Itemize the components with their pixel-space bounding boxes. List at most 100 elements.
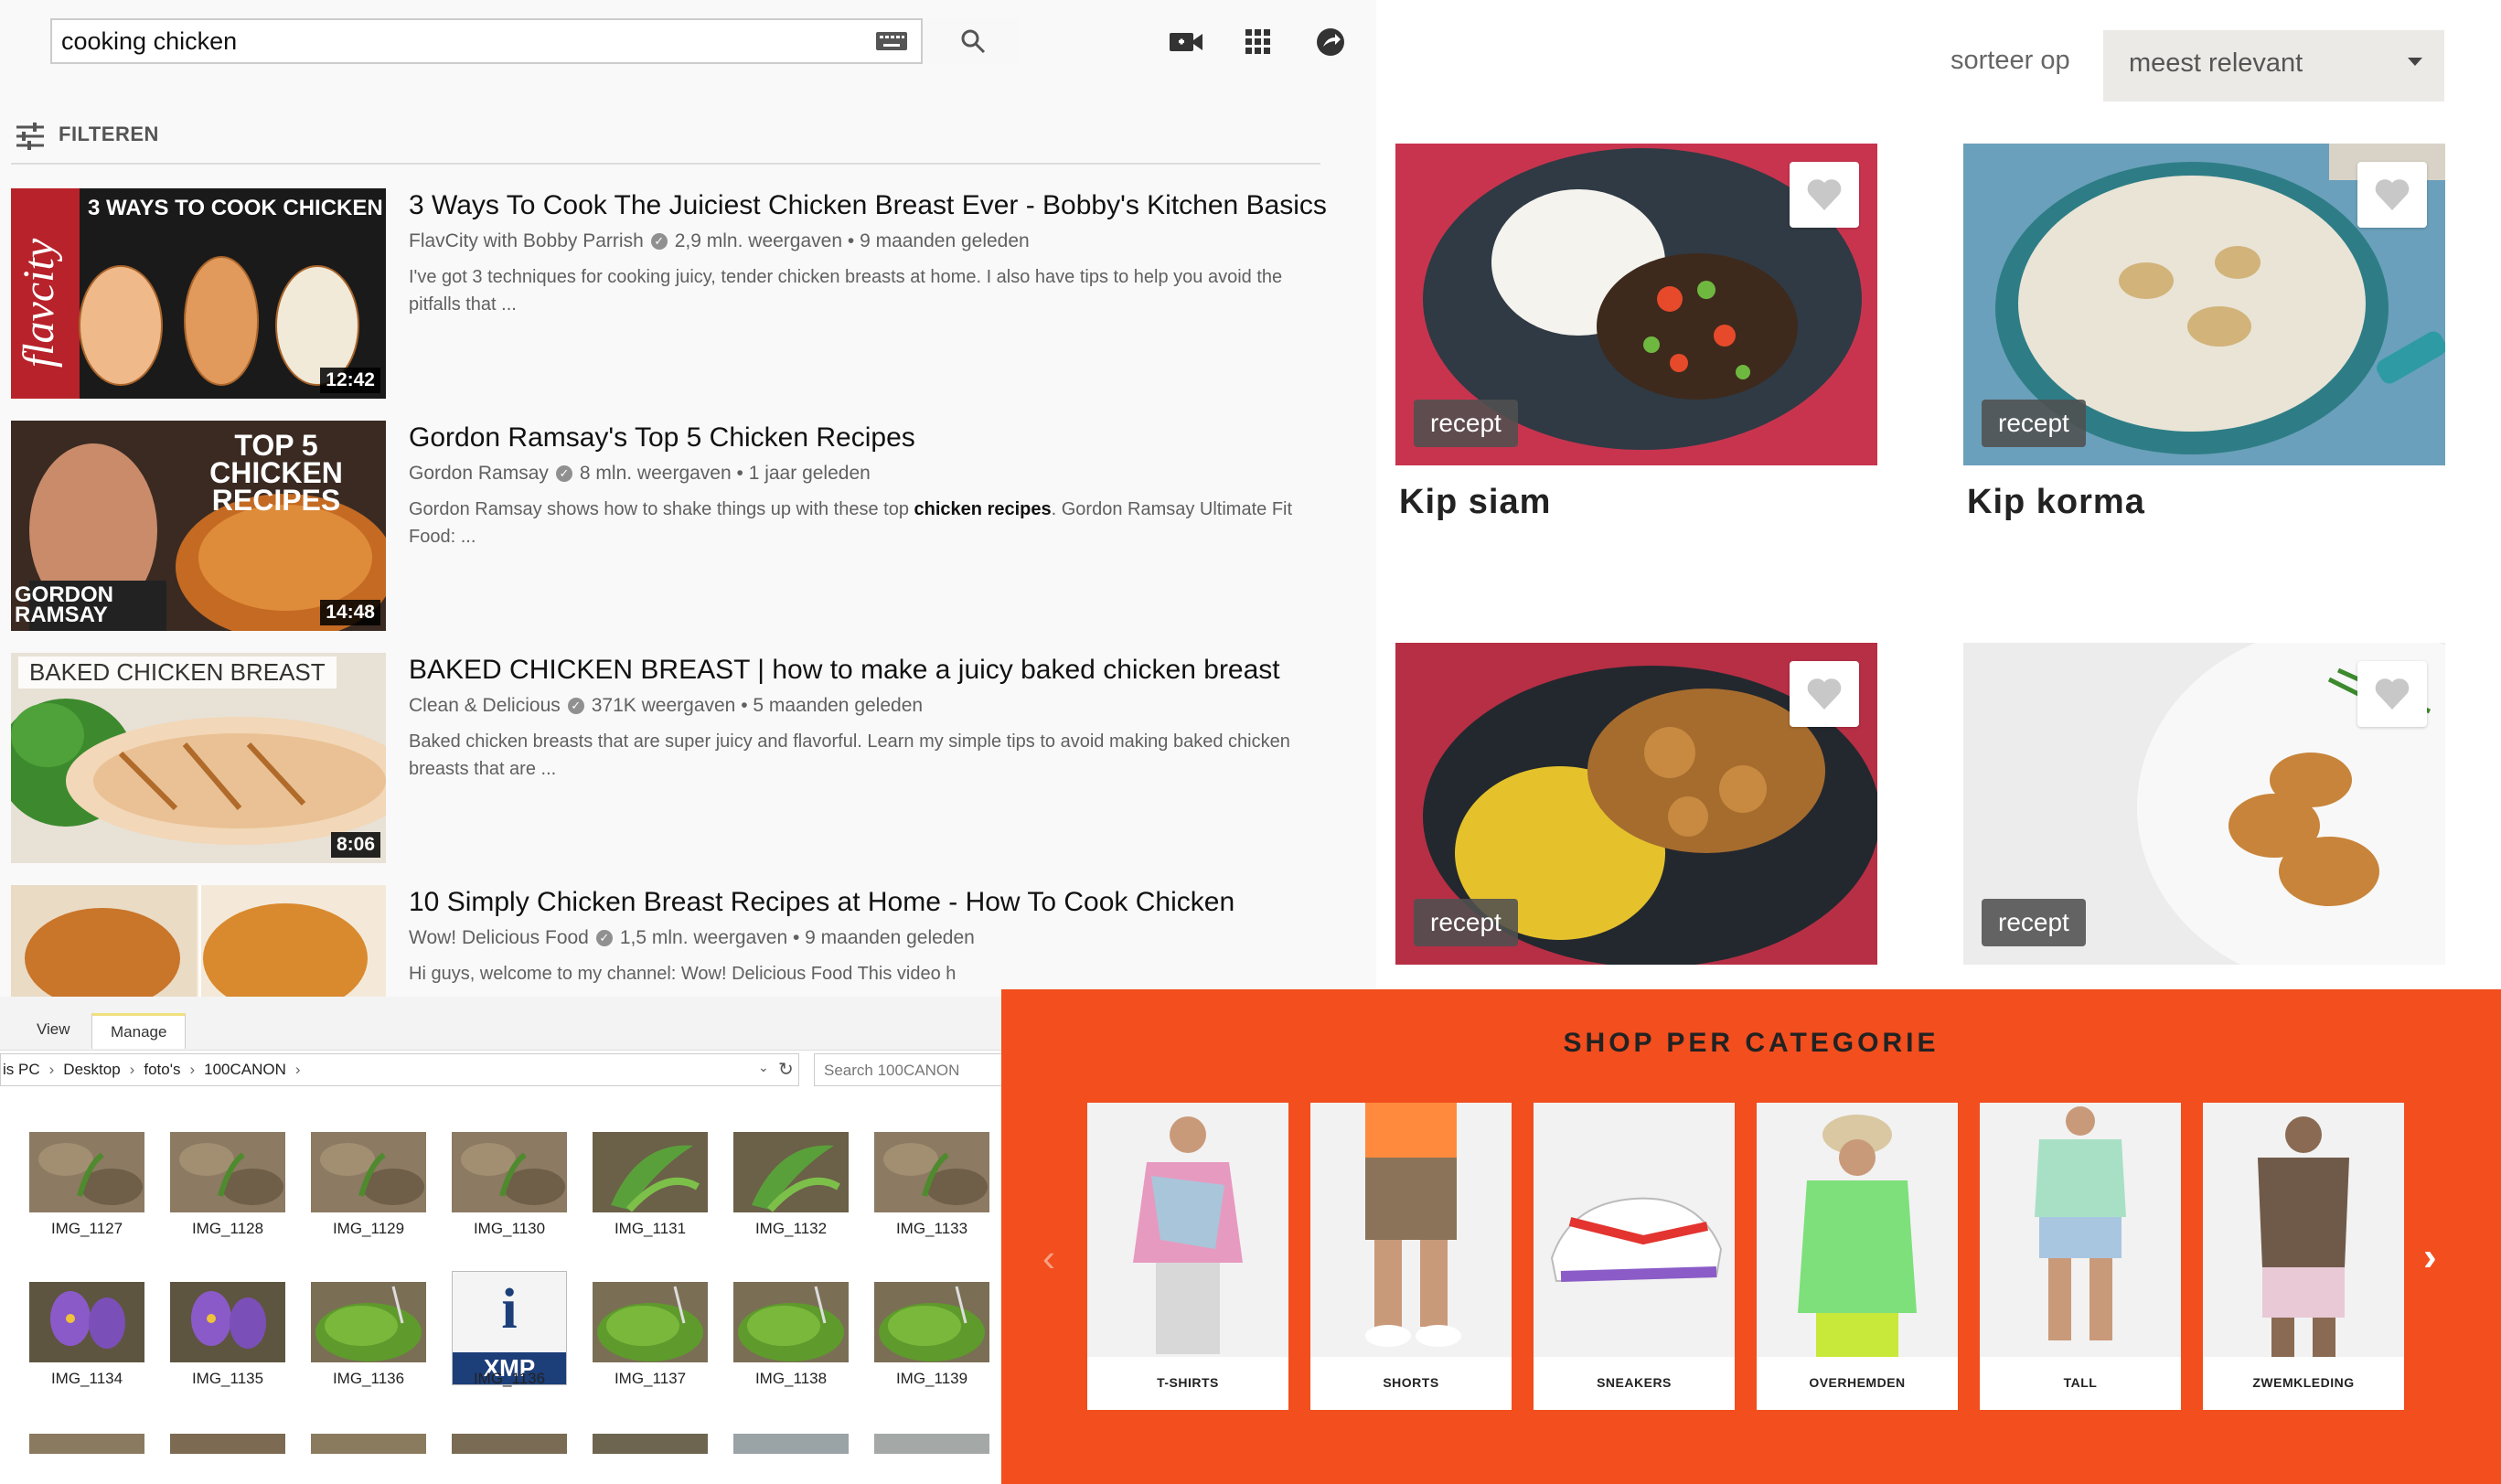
video-thumbnail[interactable]: BAKED CHICKEN BREAST 8:06 — [11, 653, 386, 863]
xmp-file-icon: i XMP — [452, 1271, 567, 1385]
video-thumbnail[interactable] — [11, 885, 386, 997]
category-card[interactable]: OVERHEMDEN — [1757, 1103, 1958, 1410]
file-name: IMG_1136 — [332, 1370, 405, 1387]
file-thumbnail — [733, 1132, 849, 1212]
recipe-card-image[interactable]: recept — [1395, 144, 1877, 465]
sort-label: sorteer op — [1951, 46, 2070, 75]
video-title[interactable]: 10 Simply Chicken Breast Recipes at Home… — [409, 887, 1234, 918]
file-tile[interactable]: IMG_1127 — [27, 1132, 146, 1274]
video-result[interactable]: BAKED CHICKEN BREAST 8:06 BAKED CHICKEN … — [11, 653, 1346, 865]
video-title[interactable]: 3 Ways To Cook The Juiciest Chicken Brea… — [409, 190, 1327, 221]
category-card[interactable]: SNEAKERS — [1534, 1103, 1735, 1410]
file-tile[interactable]: IMG_1135 — [168, 1282, 287, 1424]
shop-categories-panel: SHOP PER CATEGORIE ‹ T-SHIRTS SHORTS SNEAK… — [1001, 989, 2501, 1484]
category-label: SNEAKERS — [1597, 1375, 1672, 1390]
file-tile[interactable]: IMG_1139 — [872, 1282, 991, 1424]
file-tile[interactable]: i XMP IMG_1136 — [450, 1271, 569, 1424]
video-meta: Gordon Ramsay ✓ 8 mln. weergaven • 1 jaar … — [409, 463, 871, 484]
tab-view[interactable]: View — [18, 1013, 89, 1046]
video-duration: 14:48 — [320, 600, 380, 625]
search-button[interactable] — [921, 18, 1021, 64]
chevron-right-icon[interactable]: › — [2423, 1234, 2437, 1280]
channel-name[interactable]: Wow! Delicious Food — [409, 927, 589, 948]
breadcrumb: is PC › Desktop › foto's › 100CANON › — [3, 1061, 301, 1078]
file-tile[interactable]: IMG_1136 — [309, 1282, 428, 1424]
thumbnail-caption: 3 WAYS TO COOK CHICKEN BREAST — [88, 196, 386, 220]
refresh-icon[interactable]: ↻ — [778, 1058, 794, 1081]
video-camera-icon[interactable] — [1166, 22, 1206, 62]
recipe-title[interactable]: Kip korma — [1967, 483, 2145, 522]
video-thumbnail[interactable]: TOP 5 CHICKEN RECIPES GORDON RAMSAY 14:4… — [11, 421, 386, 631]
category-label: OVERHEMDEN — [1809, 1375, 1906, 1390]
chevron-left-icon[interactable]: ‹ — [1042, 1236, 1055, 1280]
video-title[interactable]: BAKED CHICKEN BREAST | how to make a jui… — [409, 655, 1280, 686]
category-card[interactable]: SHORTS — [1310, 1103, 1512, 1410]
file-name: IMG_1129 — [332, 1220, 405, 1237]
category-card[interactable]: T-SHIRTS — [1087, 1103, 1288, 1410]
recipe-badge: recept — [1414, 899, 1518, 946]
recipe-card-image[interactable]: recept — [1963, 144, 2445, 465]
channel-name[interactable]: Gordon Ramsay — [409, 463, 549, 484]
file-tile[interactable]: IMG_1138 — [732, 1282, 850, 1424]
video-meta: Clean & Delicious ✓ 371K weergaven • 5 maa… — [409, 695, 924, 716]
video-title[interactable]: Gordon Ramsay's Top 5 Chicken Recipes — [409, 422, 915, 454]
address-bar[interactable]: is PC › Desktop › foto's › 100CANON › ⌄ ↻ — [0, 1053, 799, 1086]
video-result[interactable]: TOP 5 CHICKEN RECIPES GORDON RAMSAY 14:4… — [11, 421, 1346, 633]
breadcrumb-item[interactable]: foto's — [144, 1061, 180, 1078]
file-tile[interactable]: IMG_1134 — [27, 1282, 146, 1424]
favorite-button[interactable] — [2357, 162, 2427, 228]
recipe-card-image[interactable]: recept — [1963, 643, 2445, 965]
category-card[interactable]: TALL — [1980, 1103, 2181, 1410]
favorite-button[interactable] — [1790, 661, 1859, 727]
sort-dropdown[interactable]: meest relevant — [2103, 30, 2444, 101]
file-name: IMG_1138 — [754, 1370, 828, 1387]
search-box[interactable]: Search 100CANON — [814, 1053, 1001, 1086]
channel-name[interactable]: Clean & Delicious — [409, 695, 561, 716]
heart-icon — [2375, 179, 2410, 210]
chevron-down-icon[interactable]: ⌄ — [758, 1060, 769, 1075]
ribbon: View Manage — [0, 997, 1001, 1051]
file-tile[interactable]: IMG_1129 — [309, 1132, 428, 1274]
search-box[interactable]: cooking chicken — [50, 18, 1021, 64]
file-thumbnail — [170, 1132, 285, 1212]
recipe-card-image[interactable]: recept — [1395, 643, 1877, 965]
file-tile[interactable]: IMG_1132 — [732, 1132, 850, 1274]
recipe-title[interactable]: Kip siam — [1399, 483, 1551, 522]
video-result[interactable]: 3 WAYS TO COOK CHICKEN BREAST flavcity 1… — [11, 188, 1346, 400]
tab-manage[interactable]: Manage — [91, 1013, 187, 1049]
favorite-button[interactable] — [2357, 661, 2427, 727]
heart-icon — [2375, 678, 2410, 710]
video-description: Baked chicken breasts that are super jui… — [409, 731, 1290, 779]
favorite-button[interactable] — [1790, 162, 1859, 228]
search-input[interactable]: cooking chicken — [61, 20, 237, 62]
category-label: T-SHIRTS — [1157, 1375, 1219, 1390]
video-result[interactable]: 10 Simply Chicken Breast Recipes at Home… — [11, 885, 1346, 997]
file-tile[interactable]: IMG_1130 — [450, 1132, 569, 1274]
youtube-results-panel: cooking chicken FILTEREN 3 WAYS TO COOK … — [0, 0, 1376, 997]
video-duration: 12:42 — [320, 368, 380, 393]
search-input[interactable]: Search 100CANON — [824, 1062, 959, 1080]
apps-grid-icon[interactable] — [1238, 22, 1278, 62]
file-name: IMG_1134 — [50, 1370, 123, 1387]
breadcrumb-item[interactable]: 100CANON — [204, 1061, 286, 1078]
divider — [11, 163, 1320, 165]
file-thumbnail — [29, 1282, 144, 1362]
category-card[interactable]: ZWEMKLEDING — [2203, 1103, 2404, 1410]
recipe-badge: recept — [1414, 400, 1518, 447]
file-tile[interactable]: IMG_1137 — [591, 1282, 710, 1424]
video-meta: Wow! Delicious Food ✓ 1,5 mln. weergaven •… — [409, 927, 975, 948]
file-thumbnail — [311, 1282, 426, 1362]
video-thumbnail[interactable]: 3 WAYS TO COOK CHICKEN BREAST flavcity 1… — [11, 188, 386, 399]
breadcrumb-item[interactable]: is PC — [3, 1061, 40, 1078]
file-tile[interactable]: IMG_1131 — [591, 1132, 710, 1274]
share-icon[interactable] — [1310, 22, 1351, 62]
keyboard-icon[interactable] — [875, 29, 908, 53]
file-tile[interactable]: IMG_1128 — [168, 1132, 287, 1274]
verified-icon: ✓ — [650, 233, 668, 251]
upload-age: 9 maanden geleden — [805, 927, 975, 948]
view-count: 1,5 mln. weergaven — [619, 927, 788, 948]
breadcrumb-item[interactable]: Desktop — [63, 1061, 120, 1078]
file-name: IMG_1132 — [754, 1220, 828, 1237]
file-tile[interactable]: IMG_1133 — [872, 1132, 991, 1274]
channel-name[interactable]: FlavCity with Bobby Parrish — [409, 230, 644, 251]
